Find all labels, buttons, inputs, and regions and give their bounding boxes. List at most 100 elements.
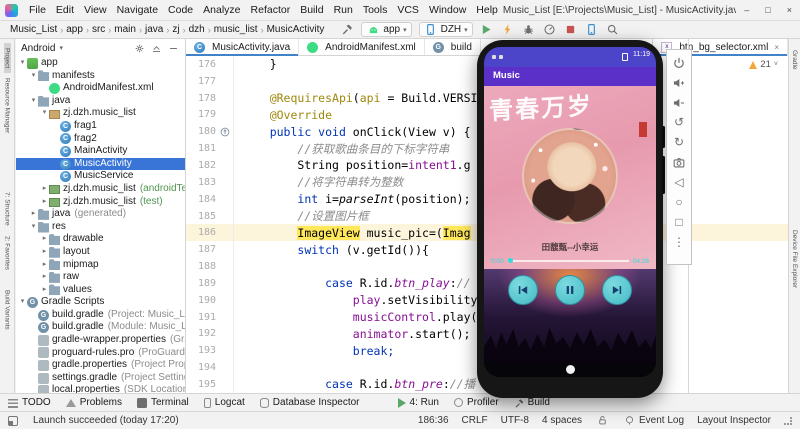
event-log-button[interactable]: Event Log (622, 414, 684, 428)
tool-window-button-build[interactable]: Build (514, 397, 550, 408)
tree-item-androidmanifest-xml[interactable]: AndroidManifest.xml (16, 82, 185, 95)
menu-vcs[interactable]: VCS (392, 2, 424, 18)
tab-androidmanifest-xml[interactable]: AndroidManifest.xml (299, 39, 425, 55)
build-project-button[interactable] (340, 23, 354, 37)
menu-view[interactable]: View (79, 2, 112, 18)
volume-down-icon[interactable] (671, 94, 688, 111)
rotate-right-icon[interactable]: ↻ (671, 134, 688, 151)
breadcrumb-item-music-list[interactable]: music_list (212, 24, 260, 35)
screenshot-icon[interactable] (671, 154, 688, 171)
rotate-left-icon[interactable]: ↺ (671, 114, 688, 131)
debug-button[interactable] (522, 23, 536, 37)
tree-item-res[interactable]: ▾ res (16, 221, 185, 234)
overview-icon[interactable]: □ (671, 214, 688, 231)
tree-item-zj-dzh-music-list[interactable]: ▾ zj.dzh.music_list (16, 107, 185, 120)
pause-button[interactable] (555, 275, 585, 305)
breadcrumb-item-app[interactable]: app (64, 24, 85, 35)
close-tab-icon[interactable]: × (774, 43, 779, 52)
project-settings-icon[interactable] (132, 41, 146, 55)
tree-item-values[interactable]: ▸ values (16, 284, 185, 297)
file-encoding[interactable]: UTF-8 (501, 415, 529, 426)
hide-panel-icon[interactable] (166, 41, 180, 55)
collapse-all-icon[interactable] (149, 41, 163, 55)
layout-inspector-button[interactable]: Layout Inspector (697, 415, 771, 426)
target-device-select[interactable]: DZH ▾ (418, 22, 473, 37)
tool-stripe-resource-manager[interactable]: Resource Manager (4, 73, 11, 138)
caret-position[interactable]: 186:36 (418, 415, 449, 426)
breadcrumb-item-zj[interactable]: zj (170, 24, 181, 35)
maximize-button[interactable]: □ (757, 5, 778, 15)
tree-item-gradle-scripts[interactable]: ▾ G Gradle Scripts (16, 296, 185, 309)
tool-window-button-database-inspector[interactable]: Database Inspector (259, 397, 360, 408)
project-view-mode[interactable]: Android (21, 43, 55, 54)
tree-item-musicservice[interactable]: C MusicService (16, 170, 185, 183)
minimize-button[interactable]: – (736, 5, 757, 15)
menu-window[interactable]: Window (424, 2, 471, 18)
tree-item-build-gradle-module-music-list-app[interactable]: Gbuild.gradle(Module: Music_List.app) (16, 321, 185, 334)
stop-button[interactable] (564, 23, 578, 37)
previous-track-button[interactable] (508, 275, 538, 305)
tool-stripe-gradle[interactable]: Gradle (791, 45, 798, 75)
home-button[interactable] (565, 365, 575, 374)
menu-file[interactable]: File (24, 2, 51, 18)
menu-help[interactable]: Help (471, 2, 503, 18)
menu-analyze[interactable]: Analyze (198, 2, 245, 18)
tree-item-proguard-rules-pro-proguard-rules-for-m[interactable]: proguard-rules.pro(ProGuard Rules for M (16, 347, 185, 360)
menu-navigate[interactable]: Navigate (112, 2, 163, 18)
breadcrumb-item-src[interactable]: src (90, 24, 107, 35)
breadcrumb-item-musicactivity[interactable]: MusicActivity (265, 24, 327, 35)
breadcrumb-item-java[interactable]: java (143, 24, 165, 35)
readonly-lock-icon[interactable] (595, 414, 609, 428)
tool-window-switcher-icon[interactable] (8, 415, 18, 426)
seek-bar[interactable] (507, 258, 629, 263)
tree-item-java-generated[interactable]: ▸ java (generated) (16, 208, 185, 221)
volume-up-icon[interactable] (671, 74, 688, 91)
project-tree[interactable]: ▾ app ▾ manifests AndroidManifest.xml ▾ java ▾ z… (16, 57, 185, 393)
search-everywhere-button[interactable] (606, 23, 620, 37)
tree-item-frag1[interactable]: Cfrag1 (16, 120, 185, 133)
tool-stripe-2-favorites[interactable]: 2: Favorites (4, 231, 11, 275)
menu-build[interactable]: Build (295, 2, 328, 18)
tree-item-zj-dzh-music-list-test[interactable]: ▸ zj.dzh.music_list (test) (16, 196, 185, 209)
tree-item-manifests[interactable]: ▾ manifests (16, 70, 185, 83)
tab-build[interactable]: Gbuild (425, 39, 481, 55)
device-manager-button[interactable] (585, 23, 599, 37)
tool-window-button-todo[interactable]: TODO (8, 397, 51, 408)
indent-setting[interactable]: 4 spaces (542, 415, 582, 426)
tree-item-mipmap[interactable]: ▸ mipmap (16, 259, 185, 272)
tree-item-gradle-wrapper-properties-gradle-version[interactable]: gradle-wrapper.properties(Gradle Version… (16, 334, 185, 347)
breadcrumb-item-music-list[interactable]: Music_List (8, 24, 59, 35)
next-track-button[interactable] (602, 275, 632, 305)
breadcrumb-item-main[interactable]: main (112, 24, 138, 35)
tree-item-app[interactable]: ▾ app (16, 57, 185, 70)
close-button[interactable]: × (779, 5, 800, 15)
power-icon[interactable] (671, 54, 688, 71)
phone-screen[interactable]: 11:19 Music 青春万岁 田馥甄--小幸运 0:00 04:26 (484, 47, 656, 377)
line-separator[interactable]: CRLF (462, 415, 488, 426)
tree-item-gradle-properties-project-properties[interactable]: gradle.properties(Project Properties) (16, 359, 185, 372)
tree-item-mainactivity[interactable]: C MainActivity (16, 145, 185, 158)
run-configuration-select[interactable]: app ▾ (361, 22, 412, 37)
back-icon[interactable]: ◁ (671, 174, 688, 191)
menu-code[interactable]: Code (163, 2, 198, 18)
menu-refactor[interactable]: Refactor (246, 2, 296, 18)
more-icon[interactable]: ⋮ (671, 234, 688, 251)
resize-grip[interactable] (784, 416, 792, 425)
tool-window-button-problems[interactable]: Problems (65, 397, 122, 408)
tree-item-zj-dzh-music-list-androidtest[interactable]: ▸ zj.dzh.music_list(androidTest) (16, 183, 185, 196)
home-icon[interactable]: ○ (671, 194, 688, 211)
tree-item-local-properties-sdk-location[interactable]: local.properties (SDK Location) (16, 384, 185, 393)
run-button[interactable] (480, 23, 494, 37)
menu-tools[interactable]: Tools (358, 2, 393, 18)
tool-window-button-profiler[interactable]: Profiler (453, 397, 499, 408)
breadcrumb-item-dzh[interactable]: dzh (187, 24, 207, 35)
status-message[interactable]: Launch succeeded (today 17:20) (33, 415, 405, 426)
profile-button[interactable] (543, 23, 557, 37)
tool-stripe-7-structure[interactable]: 7: Structure (4, 187, 11, 231)
tree-item-drawable[interactable]: ▸ drawable (16, 233, 185, 246)
tree-item-java[interactable]: ▾ java (16, 95, 185, 108)
tool-window-button-terminal[interactable]: Terminal (136, 397, 189, 408)
menu-edit[interactable]: Edit (51, 2, 79, 18)
tool-window-button-4-run[interactable]: 4: Run (397, 397, 439, 408)
tree-item-raw[interactable]: ▸ raw (16, 271, 185, 284)
